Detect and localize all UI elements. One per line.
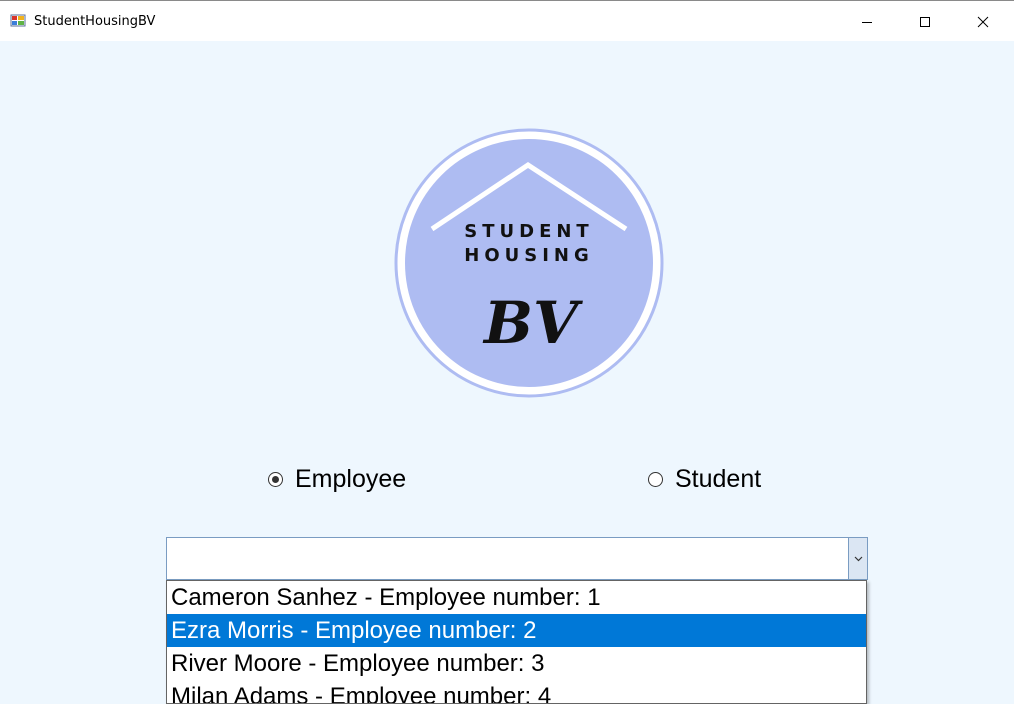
window-title: StudentHousingBV bbox=[34, 14, 156, 29]
chevron-down-icon bbox=[854, 556, 862, 561]
combobox-dropdown-button[interactable] bbox=[848, 538, 867, 579]
logo-text-housing: HOUSING bbox=[464, 245, 593, 266]
combobox-dropdown-list: Cameron Sanhez - Employee number: 1 Ezra… bbox=[166, 580, 867, 704]
dropdown-item[interactable]: River Moore - Employee number: 3 bbox=[167, 647, 866, 680]
title-bar: StudentHousingBV bbox=[0, 0, 1014, 41]
student-radio-label[interactable]: Student bbox=[675, 465, 761, 494]
student-radio-circle[interactable] bbox=[648, 472, 663, 487]
maximize-icon bbox=[920, 17, 930, 27]
logo-monogram: BV bbox=[482, 289, 583, 357]
dropdown-item-selected[interactable]: Ezra Morris - Employee number: 2 bbox=[167, 614, 866, 647]
student-radio[interactable]: Student bbox=[648, 465, 761, 494]
user-select-combobox[interactable] bbox=[166, 537, 868, 580]
logo-text-student: STUDENT bbox=[464, 221, 593, 242]
employee-radio-label[interactable]: Employee bbox=[295, 465, 406, 494]
app-icon bbox=[10, 14, 26, 27]
close-icon bbox=[977, 16, 989, 28]
form-client-area: STUDENT HOUSING BV Employee Student Came… bbox=[0, 41, 1014, 704]
employee-radio-circle[interactable] bbox=[268, 472, 283, 487]
dropdown-item[interactable]: Milan Adams - Employee number: 4 bbox=[167, 680, 866, 703]
minimize-icon bbox=[862, 22, 872, 23]
maximize-button[interactable] bbox=[896, 2, 954, 42]
dropdown-item[interactable]: Cameron Sanhez - Employee number: 1 bbox=[167, 581, 866, 614]
minimize-button[interactable] bbox=[838, 2, 896, 42]
close-button[interactable] bbox=[954, 2, 1012, 42]
student-housing-logo: STUDENT HOUSING BV bbox=[394, 128, 664, 398]
employee-radio[interactable]: Employee bbox=[268, 465, 406, 494]
